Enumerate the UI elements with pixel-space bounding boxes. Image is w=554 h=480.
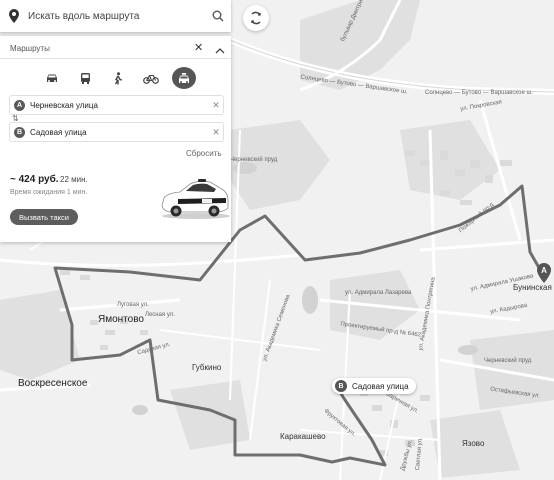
route-to-field: B ✕ (9, 122, 224, 142)
to-input[interactable] (30, 127, 209, 137)
place-label-gubkino: Губкино (192, 363, 222, 372)
traffic-icon (251, 11, 261, 25)
street-label-lesnaya: Лесная ул. (145, 312, 175, 318)
routes-panel: Маршруты ✕ A ✕ ⇅ B ✕ Сбросить ~ 424 руб.… (0, 36, 231, 242)
map-pin-icon (0, 9, 28, 23)
street-label-solntsevo-2: Солнцево — Бутово — Варшавское ш. (425, 90, 533, 96)
destination-label: Садовая улица (352, 381, 409, 391)
mode-bike-button[interactable] (139, 67, 163, 89)
place-label-chernevsky-prud-top: Черневский пруд (230, 157, 278, 163)
place-label-yazovo: Язово (462, 439, 485, 448)
taxi-duration: 22 мин. (60, 175, 88, 184)
from-input[interactable] (30, 100, 209, 110)
taxi-icon (179, 72, 189, 83)
divider (0, 58, 231, 59)
point-b-marker-badge: B (335, 380, 347, 392)
close-icon[interactable]: ✕ (194, 41, 203, 54)
street-label-admirala-lazareva: ул. Адмирала Лазарева (345, 290, 412, 296)
call-taxi-button[interactable]: Вызвать такси (10, 209, 78, 225)
place-label-karakashevo: Каракашево (280, 432, 326, 441)
clear-from-icon[interactable]: ✕ (209, 100, 223, 111)
taxi-wait-time: Время ожидания 1 мин. (10, 189, 88, 196)
bicycle-icon (143, 74, 159, 84)
mode-walk-button[interactable] (106, 67, 130, 89)
place-label-chernevsky-prud: Черневский пруд (484, 358, 532, 364)
car-icon (47, 74, 57, 82)
search-bar (0, 0, 231, 32)
pedestrian-icon (114, 71, 123, 84)
point-a-marker-badge: A (541, 266, 547, 275)
panel-title: Маршруты (10, 44, 50, 53)
traffic-toggle-button[interactable] (243, 5, 269, 31)
route-from-field: A ✕ (9, 95, 224, 115)
place-label-yamontovo: Ямонтово (98, 314, 144, 325)
mode-bus-button[interactable] (73, 67, 97, 89)
mode-car-button[interactable] (40, 67, 64, 89)
destination-marker[interactable]: B Садовая улица (332, 378, 416, 394)
street-label-lugovaya: Луговая ул. (117, 302, 149, 308)
mode-taxi-button[interactable] (172, 67, 196, 89)
point-a-badge: A (14, 99, 25, 111)
transport-modes (40, 67, 196, 89)
search-input[interactable] (28, 10, 205, 22)
reset-link[interactable]: Сбросить (186, 149, 222, 158)
place-label-voskresenskoe: Воскресенское (18, 378, 88, 389)
bus-icon (80, 73, 90, 84)
taxi-price: ~ 424 руб. (10, 174, 59, 185)
clear-to-icon[interactable]: ✕ (209, 127, 223, 138)
taxi-car-image (161, 179, 230, 219)
search-icon[interactable] (205, 10, 231, 22)
point-b-badge: B (14, 126, 25, 138)
start-marker[interactable]: A (537, 263, 551, 288)
